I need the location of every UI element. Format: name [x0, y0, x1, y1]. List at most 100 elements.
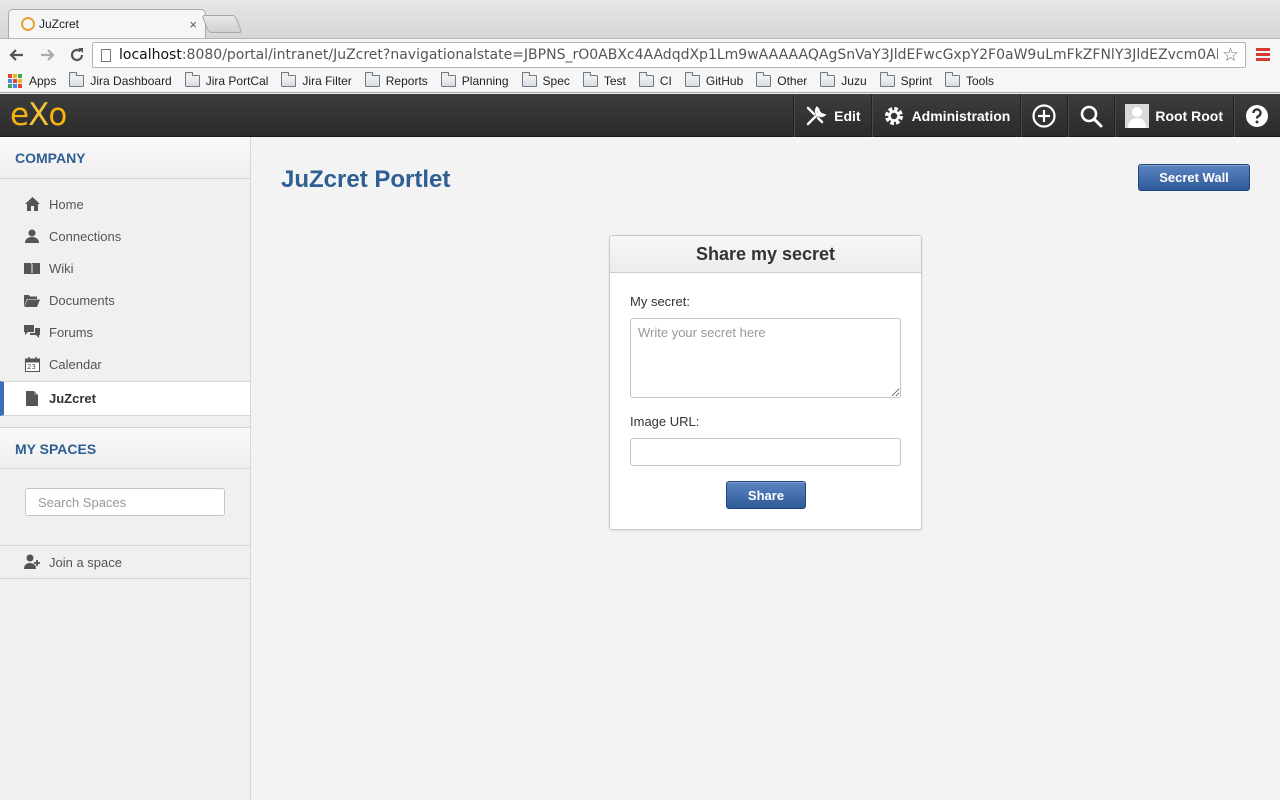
new-tab-button[interactable]: [201, 15, 243, 33]
browser-tab-strip: JuZcret ×: [0, 0, 1280, 38]
reload-button[interactable]: [64, 42, 90, 68]
search-button[interactable]: [1067, 94, 1114, 137]
address-bar[interactable]: localhost:8080/portal/intranet/JuZcret?n…: [92, 42, 1246, 68]
sidebar-item-label: JuZcret: [49, 391, 96, 406]
secret-wall-button[interactable]: Secret Wall: [1138, 164, 1250, 191]
loading-favicon-icon: [21, 17, 35, 31]
bookmark-label: Juzu: [841, 74, 867, 88]
tab-close-icon[interactable]: ×: [189, 17, 197, 32]
join-space-link[interactable]: Join a space: [0, 546, 250, 579]
bookmark-other[interactable]: Other: [756, 72, 808, 88]
sidebar-item-label: Documents: [49, 292, 115, 308]
page-icon: [24, 391, 40, 407]
bookmark-label: Apps: [29, 74, 57, 88]
bookmark-label: Tools: [965, 74, 994, 88]
bookmark-apps[interactable]: Apps: [8, 74, 56, 88]
wrench-icon: [806, 105, 827, 125]
edit-menu[interactable]: Edit: [793, 94, 870, 137]
folder-icon: [684, 72, 700, 87]
share-secret-form: Share my secret My secret: Image URL: Sh…: [609, 235, 922, 530]
image-url-input[interactable]: [630, 438, 901, 466]
bookmark-label: CI: [659, 74, 672, 88]
bookmark-label: GitHub: [705, 74, 744, 88]
main-content: JuZcret Portlet Secret Wall Share my sec…: [251, 137, 1280, 800]
share-button[interactable]: Share: [726, 481, 806, 509]
browser-toolbar: localhost:8080/portal/intranet/JuZcret?n…: [0, 38, 1280, 70]
bookmark-sprint[interactable]: Sprint: [879, 72, 932, 88]
sidebar-item-home[interactable]: Home: [0, 188, 250, 220]
search-spaces-input[interactable]: [25, 488, 225, 516]
bookmark-jira-dashboard[interactable]: Jira Dashboard: [69, 72, 172, 88]
administration-label: Administration: [911, 107, 1011, 124]
chrome-menu-icon[interactable]: [1256, 48, 1270, 62]
chat-icon: [24, 324, 40, 340]
browser-tab[interactable]: JuZcret ×: [8, 9, 206, 38]
edit-label: Edit: [834, 107, 861, 124]
book-icon: [24, 260, 40, 276]
secret-textarea[interactable]: [630, 318, 901, 398]
forward-button[interactable]: [34, 42, 60, 68]
add-user-icon: [24, 554, 40, 570]
user-name: Root Root: [1155, 107, 1223, 124]
folder-open-icon: [24, 292, 40, 308]
user-icon: [24, 228, 40, 244]
sidebar-item-label: Connections: [49, 228, 122, 244]
bookmark-label: Planning: [461, 74, 509, 88]
bookmark-label: Spec: [542, 74, 570, 88]
sidebar-item-wiki[interactable]: Wiki: [0, 252, 250, 284]
url-text[interactable]: localhost:8080/portal/intranet/JuZcret?n…: [119, 47, 1218, 63]
arrow-right-icon: [41, 48, 55, 61]
administration-menu[interactable]: Administration: [870, 94, 1021, 137]
folder-icon: [69, 72, 85, 87]
arrow-left-icon: [9, 48, 23, 61]
join-space-label: Join a space: [49, 554, 122, 570]
folder-icon: [281, 72, 297, 87]
bookmark-juzu[interactable]: Juzu: [820, 72, 867, 88]
user-menu[interactable]: Root Root: [1114, 94, 1233, 137]
apps-grid-icon: [8, 74, 22, 88]
exo-logo[interactable]: eXo: [10, 97, 67, 133]
sidebar-item-connections[interactable]: Connections: [0, 220, 250, 252]
folder-icon: [879, 72, 895, 87]
bookmark-ci[interactable]: CI: [638, 72, 672, 88]
bookmark-jira-filter[interactable]: Jira Filter: [281, 72, 352, 88]
bookmark-label: Sprint: [900, 74, 932, 88]
avatar: [1125, 103, 1150, 128]
company-heading[interactable]: COMPANY: [0, 137, 250, 179]
bookmark-spec[interactable]: Spec: [521, 72, 570, 88]
bookmark-tools[interactable]: Tools: [944, 72, 994, 88]
folder-icon: [440, 72, 456, 87]
calendar-day: 23: [27, 363, 36, 371]
help-button[interactable]: [1233, 94, 1280, 137]
sidebar-item-documents[interactable]: Documents: [0, 284, 250, 316]
sidebar-item-juzcret[interactable]: JuZcret: [0, 381, 250, 416]
bookmark-label: Reports: [385, 74, 428, 88]
left-sidebar: COMPANY Home Connections Wiki Documents …: [0, 137, 251, 800]
bookmark-test[interactable]: Test: [582, 72, 626, 88]
back-button[interactable]: [4, 42, 30, 68]
bookmark-label: Test: [603, 74, 626, 88]
secret-label: My secret:: [630, 294, 690, 309]
url-path: :8080/portal/intranet/JuZcret?navigation…: [181, 47, 1218, 63]
folder-icon: [638, 72, 654, 87]
url-host: localhost: [119, 47, 182, 63]
calendar-icon: 23: [24, 356, 40, 372]
bookmark-planning[interactable]: Planning: [440, 72, 509, 88]
logo-letter: o: [48, 97, 67, 133]
help-icon: [1246, 104, 1268, 127]
page-title: JuZcret Portlet: [281, 166, 451, 193]
bookmark-star-icon[interactable]: ☆: [1222, 44, 1239, 67]
sidebar-item-calendar[interactable]: 23 Calendar: [0, 348, 250, 380]
bookmark-label: Other: [777, 74, 808, 88]
logo-letter: X: [28, 97, 49, 133]
add-button[interactable]: [1020, 94, 1067, 137]
bookmark-github[interactable]: GitHub: [684, 72, 744, 88]
bookmark-reports[interactable]: Reports: [364, 72, 428, 88]
folder-icon: [364, 72, 380, 87]
bookmark-jira-portcal[interactable]: Jira PortCal: [184, 72, 268, 88]
folder-icon: [756, 72, 772, 87]
sidebar-item-label: Forums: [49, 324, 94, 340]
sidebar-item-label: Calendar: [49, 356, 102, 372]
sidebar-item-forums[interactable]: Forums: [0, 316, 250, 348]
my-spaces-heading[interactable]: MY SPACES: [0, 427, 250, 469]
